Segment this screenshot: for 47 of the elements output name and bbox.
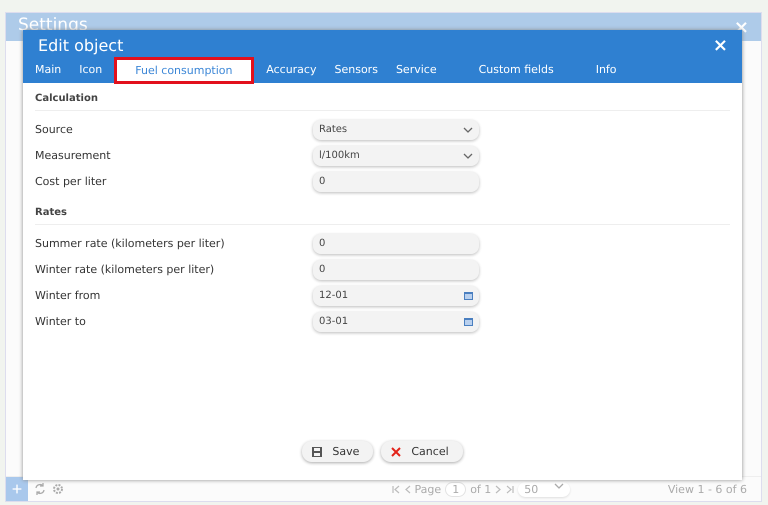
chevron-down-icon [463, 126, 473, 132]
save-icon [312, 446, 322, 456]
field-label: Winter to [35, 315, 87, 328]
previous-page-icon[interactable] [404, 484, 411, 494]
tab[interactable]: Sensors [328, 61, 384, 83]
field-label: Cost per liter [35, 175, 108, 188]
refresh-icon[interactable] [34, 483, 46, 495]
page-label: Page [414, 482, 442, 496]
cancel-button[interactable]: Cancel [381, 441, 463, 462]
chevron-down-icon [463, 152, 473, 158]
next-page-icon[interactable] [495, 484, 502, 494]
input-field[interactable]: 0 [313, 172, 479, 192]
settings-icon[interactable] [52, 483, 64, 495]
calendar-icon [464, 291, 473, 300]
page-input[interactable]: 1 [445, 482, 466, 496]
field-label: Source [35, 123, 74, 136]
page-count: of 1 [470, 482, 492, 496]
record-count: View 1 - 6 of 6 [668, 482, 747, 496]
chevron-down-icon [554, 482, 564, 488]
last-page-icon[interactable] [505, 484, 514, 494]
tab[interactable]: Icon [73, 61, 108, 83]
dialog-title: Edit object [38, 36, 124, 55]
window-title: Settings [18, 15, 88, 35]
close-button[interactable]: × [712, 35, 728, 56]
input-field[interactable]: 0 [313, 260, 479, 280]
tab[interactable]: Service [390, 61, 443, 83]
first-page-icon[interactable] [392, 484, 401, 494]
tab[interactable]: Custom fields [472, 61, 560, 83]
close-icon [391, 446, 402, 456]
date-field[interactable]: 12-01 [313, 286, 479, 306]
save-button[interactable]: Save [302, 441, 374, 462]
select-field[interactable]: l/100km [313, 146, 479, 166]
tab[interactable]: Main [29, 61, 68, 83]
input-field[interactable]: 0 [313, 234, 479, 254]
select-field[interactable]: Rates [313, 120, 479, 140]
tab[interactable]: Info [590, 61, 623, 83]
section-heading: Rates [35, 203, 730, 225]
field-label: Measurement [35, 149, 112, 162]
section-heading: Calculation [35, 89, 730, 111]
date-field[interactable]: 03-01 [313, 312, 479, 332]
tab[interactable]: Fuel consumption [114, 57, 254, 84]
field-label: Winter rate (kilometers per liter) [35, 263, 216, 276]
field-label: Summer rate (kilometers per liter) [35, 237, 226, 250]
tab[interactable]: Accuracy [260, 61, 322, 83]
page-size-select[interactable]: 50 [518, 482, 570, 496]
field-label: Winter from [35, 289, 102, 302]
calendar-icon [464, 317, 473, 326]
